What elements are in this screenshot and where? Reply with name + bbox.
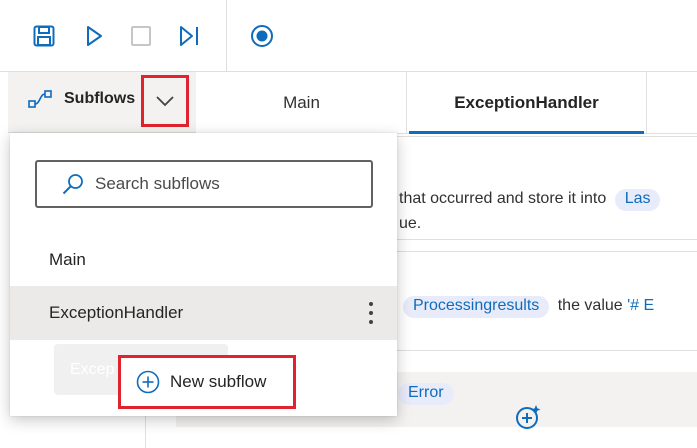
- save-button[interactable]: [29, 20, 59, 52]
- action-text: the value: [557, 297, 623, 314]
- action-description: that occurred and store it into Las: [399, 189, 661, 211]
- add-circle-icon: [136, 370, 160, 394]
- subflow-item-label: ExceptionHandler: [49, 303, 184, 322]
- subflows-label: Subflows: [64, 90, 136, 107]
- variable-token: Processingresults: [403, 296, 550, 318]
- add-action-button[interactable]: [514, 403, 542, 431]
- save-icon: [33, 25, 55, 47]
- toolbar-divider: [226, 0, 227, 72]
- run-next-action-icon: [180, 26, 198, 46]
- action-description-line2: ue.: [399, 215, 422, 232]
- more-options-button[interactable]: [361, 298, 381, 328]
- variable-token: Error: [398, 383, 454, 405]
- action-text: that occurred and store it into: [399, 190, 607, 207]
- tab-label: ExceptionHandler: [454, 93, 599, 112]
- more-dot: [369, 302, 373, 306]
- stop-button[interactable]: [126, 20, 156, 52]
- search-placeholder: Search subflows: [95, 174, 220, 193]
- subflow-item-label: Main: [49, 250, 86, 269]
- variable-token: Las: [614, 189, 661, 211]
- run-icon: [87, 26, 102, 46]
- subflow-tabs: Main ExceptionHandler: [197, 72, 697, 134]
- stop-icon: [131, 26, 151, 46]
- new-subflow-label: New subflow: [170, 372, 267, 391]
- tab-overflow[interactable]: [647, 72, 697, 134]
- search-icon: [62, 174, 83, 195]
- record-button[interactable]: [247, 20, 277, 52]
- sparkle-add-icon: [516, 405, 541, 429]
- search-subflows-input[interactable]: Search subflows: [35, 160, 373, 208]
- subflows-icon: [28, 90, 52, 108]
- run-button[interactable]: [79, 20, 109, 52]
- tab-exceptionhandler[interactable]: ExceptionHandler: [407, 72, 647, 134]
- toolbar: [0, 0, 697, 72]
- drag-ghost-label: Excep: [70, 360, 115, 378]
- subflows-toggle[interactable]: Subflows: [28, 90, 135, 108]
- subflow-item-exceptionhandler[interactable]: ExceptionHandler: [10, 286, 397, 340]
- action-value: '# E: [627, 297, 655, 314]
- more-dot: [369, 320, 373, 324]
- subflows-dropdown: Search subflows Main ExceptionHandler Ex…: [10, 133, 397, 416]
- action-description: Error: [398, 383, 454, 405]
- more-dot: [369, 311, 373, 315]
- subflow-item-main[interactable]: Main: [10, 233, 397, 287]
- run-next-action-button[interactable]: [174, 20, 204, 52]
- record-icon: [251, 25, 273, 47]
- tab-main[interactable]: Main: [197, 72, 407, 134]
- subflows-expand-button[interactable]: [141, 75, 189, 127]
- tab-label: Main: [283, 93, 320, 112]
- chevron-down-icon: [156, 96, 174, 107]
- action-description: Processingresults the value '# E: [403, 296, 654, 318]
- new-subflow-button[interactable]: New subflow: [118, 355, 296, 409]
